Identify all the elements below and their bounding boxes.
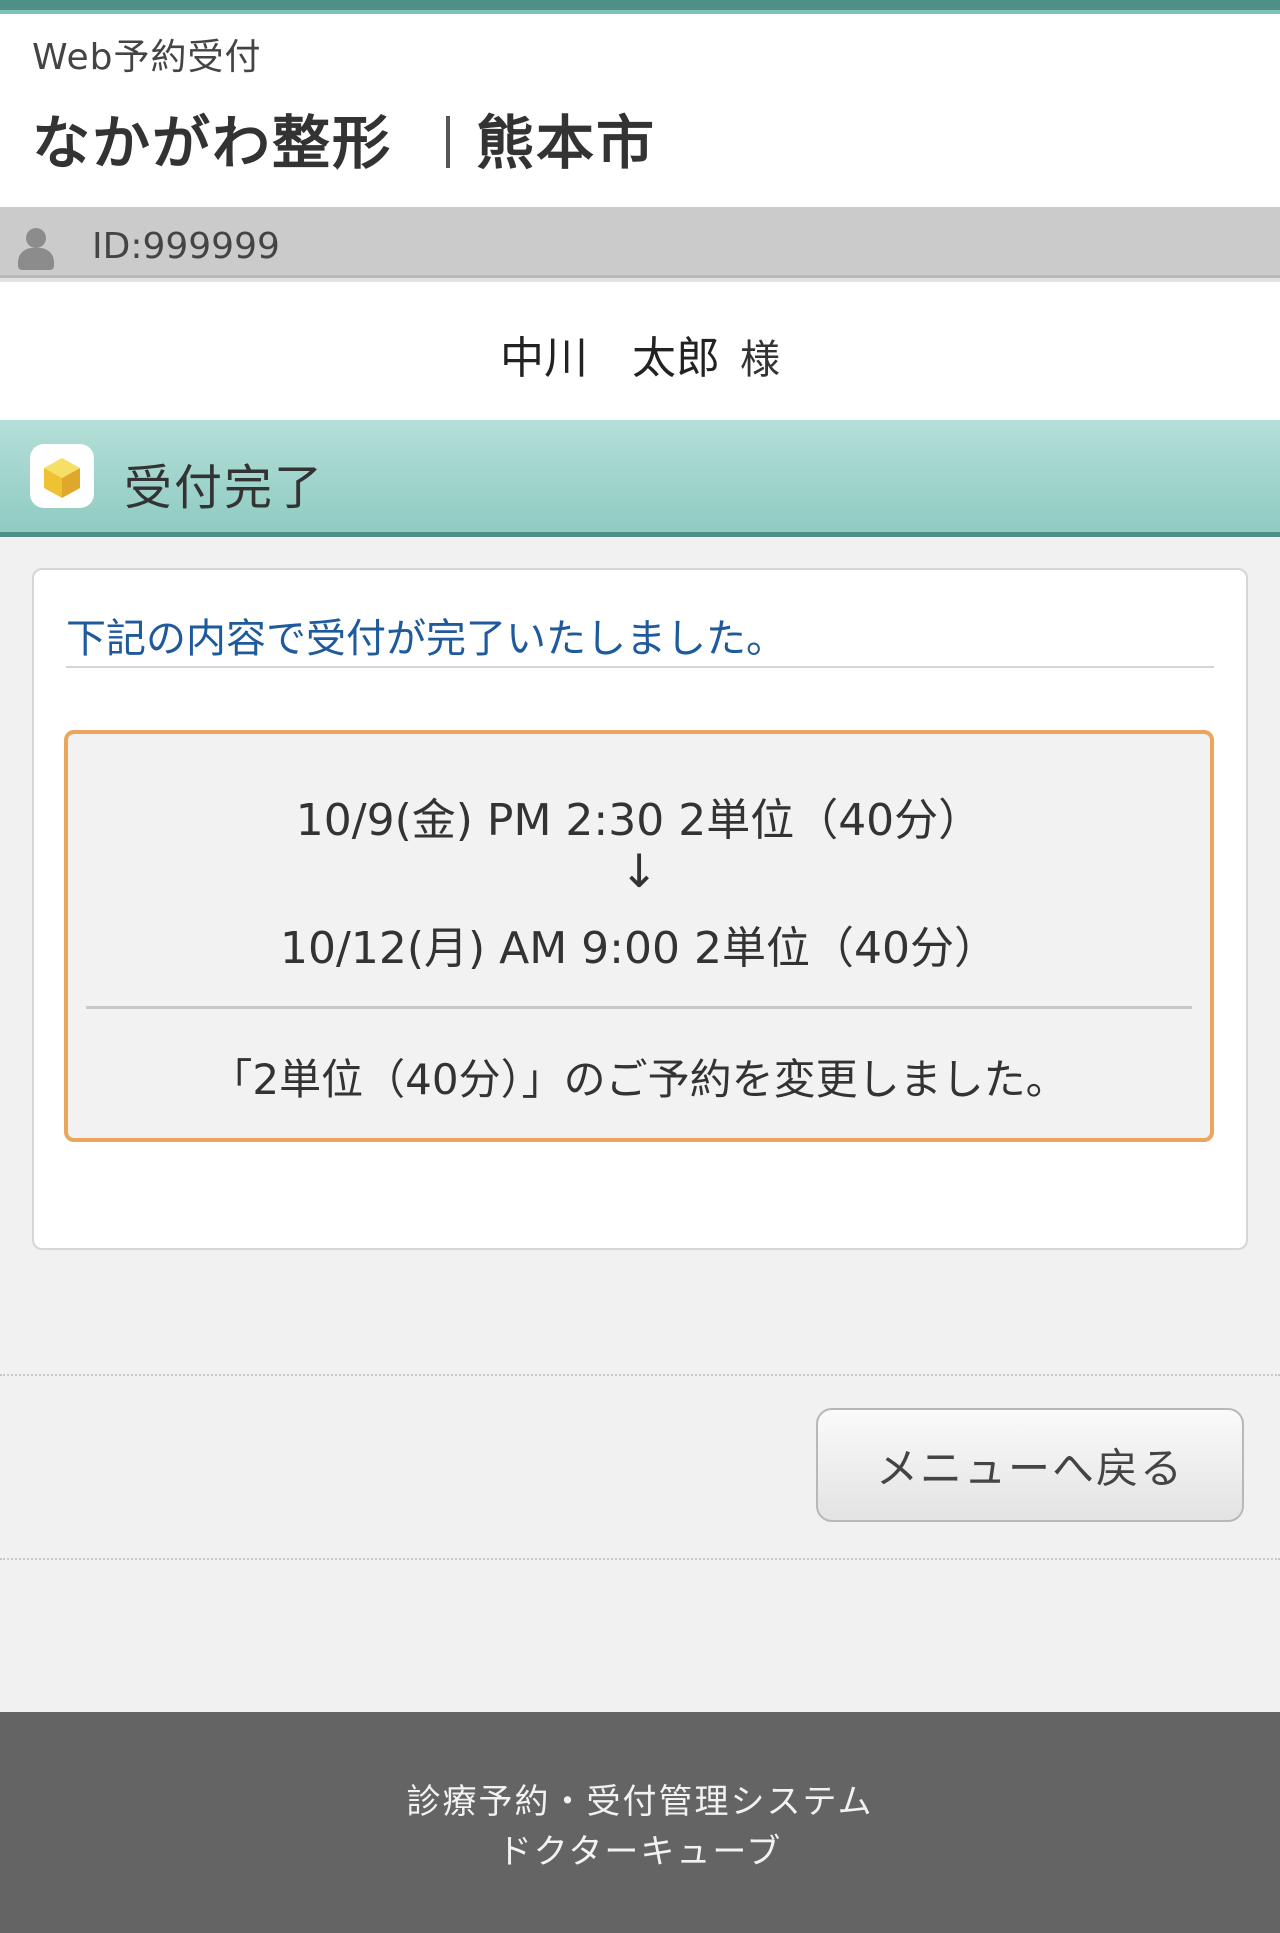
completion-message: 下記の内容で受付が完了いたしました。 [66, 616, 786, 662]
divider [86, 1006, 1192, 1009]
user-name: 中川 太郎様 [0, 322, 1280, 386]
arrow-down-icon: ↓ [619, 844, 659, 898]
back-to-menu-button[interactable]: メニューへ戻る [816, 1408, 1244, 1522]
new-appointment: 10/12(月) AM 9:00 2単位（40分） [280, 923, 998, 974]
header-divider [446, 116, 450, 168]
clinic-name: なかがわ整形 [32, 109, 393, 177]
user-full-name: 中川 太郎 [500, 333, 720, 384]
user-icon [18, 228, 54, 272]
section-title: 受付完了 [124, 460, 325, 516]
dotted-divider [0, 1558, 1280, 1560]
user-id: ID:999999 [92, 226, 280, 267]
change-message: 「2単位（40分）」のご予約を変更しました。 [210, 1055, 1068, 1104]
web-reservation-label: Web予約受付 [32, 37, 262, 78]
dotted-divider [0, 1374, 1280, 1376]
divider [66, 666, 1214, 668]
footer-system-name: 診療予約・受付管理システム [406, 1782, 874, 1822]
top-accent-bar [0, 0, 1280, 14]
old-appointment: 10/9(金) PM 2:30 2単位（40分） [295, 795, 983, 846]
clinic-city: 熊本市 [476, 109, 657, 177]
cube-icon [30, 444, 94, 508]
footer-product-name: ドクターキューブ [497, 1832, 783, 1872]
honorific: 様 [740, 337, 780, 383]
